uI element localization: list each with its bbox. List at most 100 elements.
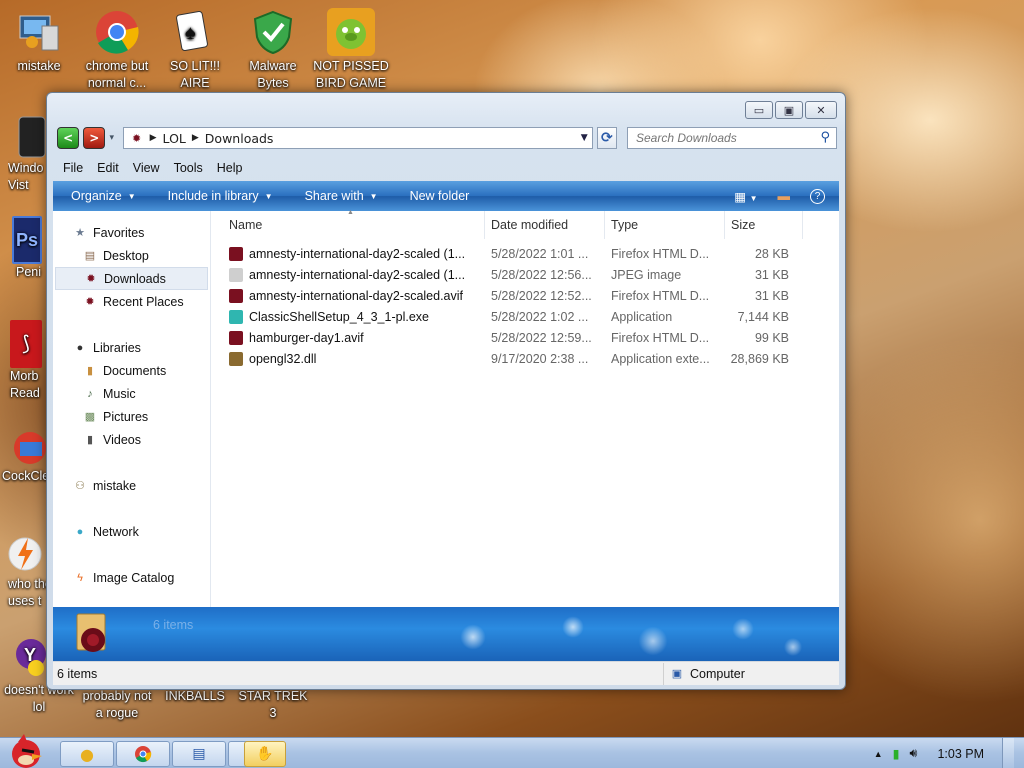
address-bar[interactable]: ✹ ▶ LOL ▶ Downloads ▼ [122,127,593,149]
column-type[interactable]: Type [605,211,725,239]
breadcrumb-downloads[interactable]: Downloads [205,131,274,146]
address-row: < > ▾ ✹ ▶ LOL ▶ Downloads ▼ ⟳ ⚲ [57,125,837,151]
file-type-icon [229,246,243,261]
system-tray: ▲ ▮ 🔊︎ 1:03 PM [874,738,1024,768]
breadcrumb-lol[interactable]: LOL [163,131,186,146]
refresh-button[interactable]: ⟳ [596,127,617,149]
new-folder-label: New folder [409,189,470,203]
nav-downloads-label: Downloads [104,271,166,286]
desktop-icon-bird-game[interactable]: NOT PISSED BIRD GAME [312,8,390,92]
tray-expand-icon[interactable]: ▲ [874,749,883,759]
file-row[interactable]: ClassicShellSetup_4_3_1-pl.exe 5/28/2022 … [211,306,839,327]
maximize-button[interactable]: ▣ [775,101,803,119]
status-bar: 6 items ▣ Computer [53,661,839,685]
taskbar-window-switcher[interactable]: ▤ [172,741,226,767]
preview-pane-icon: ▬ [777,189,791,203]
desktop-icon-label: chrome but normal c... [85,59,149,90]
view-options-button[interactable]: ▦ ▼ [734,189,757,204]
desktop-icon-chrome[interactable]: chrome but normal c... [78,8,156,92]
file-type: Firefox HTML D... [611,246,710,261]
desktop-icon-rogue[interactable]: probably not a rogue [78,688,156,722]
menu-edit[interactable]: Edit [97,161,119,175]
taskbar-chrome[interactable] [116,741,170,767]
menu-view[interactable]: View [133,161,160,175]
forward-arrow-icon: > [89,131,100,145]
chevron-down-icon: ▼ [127,191,136,201]
nav-pictures[interactable]: ▩ Pictures [53,405,210,428]
share-with-button[interactable]: Share with ▼ [305,189,378,203]
column-date-modified[interactable]: Date modified [485,211,605,239]
nav-image-catalog[interactable]: ϟ Image Catalog [53,566,210,589]
battery-icon[interactable]: ▮ [893,746,900,761]
menu-help[interactable]: Help [217,161,243,175]
menu-tools[interactable]: Tools [174,161,203,175]
forward-button[interactable]: > [83,127,106,149]
close-icon: ✕ [816,103,826,117]
taskbar-explorer[interactable]: ● [60,741,114,767]
nav-favorites[interactable]: ★ Favorites [53,221,210,244]
search-box[interactable]: ⚲ [627,127,837,149]
downloads-icon: ✹ [86,273,96,285]
file-size: 99 KB [754,330,789,345]
include-in-library-button[interactable]: Include in library ▼ [168,189,273,203]
recent-pages-button[interactable]: ▾ [109,133,118,143]
star-icon: ★ [75,227,85,239]
search-input[interactable] [636,131,836,145]
nav-desktop-label: Desktop [103,248,149,263]
desktop-icon-malwarebytes[interactable]: Malware Bytes [234,8,312,92]
nav-downloads[interactable]: ✹ Downloads [55,267,208,290]
nav-favorites-label: Favorites [93,225,145,240]
explorer-window[interactable]: ▭ ▣ ✕ < > ▾ ✹ ▶ LOL ▶ Downloads ▼ ⟳ ⚲ Fi… [46,92,846,690]
file-row[interactable]: amnesty-international-day2-scaled.avif 5/… [211,285,839,306]
nav-desktop[interactable]: ▤ Desktop [53,244,210,267]
file-row[interactable]: amnesty-international-day2-scaled (1... 5… [211,243,839,264]
search-icon[interactable]: ⚲ [820,130,830,145]
desktop-icon-star-trek[interactable]: STAR TREK 3 [234,688,312,722]
new-folder-button[interactable]: New folder [410,189,470,203]
chevron-down-icon: ▼ [369,191,378,201]
nav-music-label: Music [103,386,136,401]
nav-documents[interactable]: ▮ Documents [53,359,210,382]
volume-icon[interactable]: 🔊︎ [910,746,918,761]
recent-places-icon: ✹ [85,296,95,308]
svg-text:♠: ♠ [185,22,196,44]
file-type: JPEG image [611,267,682,282]
address-dropdown-icon[interactable]: ▼ [581,133,588,143]
organize-button[interactable]: Organize ▼ [71,189,136,203]
nav-recent-places[interactable]: ✹ Recent Places [53,290,210,313]
nav-image-catalog-label: Image Catalog [93,570,175,585]
file-row[interactable]: opengl32.dll 9/17/2020 2:38 ... Applicatio… [211,348,839,369]
file-row[interactable]: amnesty-international-day2-scaled (1... 5… [211,264,839,285]
menu-file[interactable]: File [63,161,83,175]
nav-homegroup[interactable]: ⚇ mistake [53,474,210,497]
close-button[interactable]: ✕ [805,101,837,119]
nav-music[interactable]: ♪ Music [53,382,210,405]
nav-network[interactable]: ● Network [53,520,210,543]
help-button[interactable]: ? [810,188,825,204]
downloads-icon: ✋ [256,746,274,762]
file-row[interactable]: hamburger-day1.avif 5/28/2022 12:59... Fir… [211,327,839,348]
desktop-icon-mistake[interactable]: mistake [0,8,78,75]
file-name: ClassicShellSetup_4_3_1-pl.exe [249,309,429,324]
show-desktop-button[interactable] [1002,738,1014,768]
file-date: 5/28/2022 12:56... [491,267,592,282]
column-size[interactable]: Size [725,211,803,239]
clock[interactable]: 1:03 PM [937,747,984,761]
chevron-down-icon: ▼ [749,193,758,203]
nav-network-label: Network [93,524,139,539]
file-name-cell: amnesty-international-day2-scaled (1... [211,246,485,261]
file-size: 7,144 KB [737,309,789,324]
back-button[interactable]: < [57,127,80,149]
nav-videos[interactable]: ▮ Videos [53,428,210,451]
photoshop-icon: Ps [12,216,42,264]
preview-pane-button[interactable]: ▬ [778,189,791,203]
minimize-button[interactable]: ▭ [745,101,773,119]
folder-icon: ● [80,744,94,764]
nav-libraries[interactable]: ● Libraries [53,336,210,359]
desktop-icon-inkballs[interactable]: INKBALLS [156,688,234,705]
file-type-icon [229,309,243,324]
desktop-icon-solitaire[interactable]: ♠ SO LIT!!! AIRE [156,8,234,92]
start-button[interactable] [4,732,48,768]
taskbar-downloads-active[interactable]: ✋ [244,741,286,767]
